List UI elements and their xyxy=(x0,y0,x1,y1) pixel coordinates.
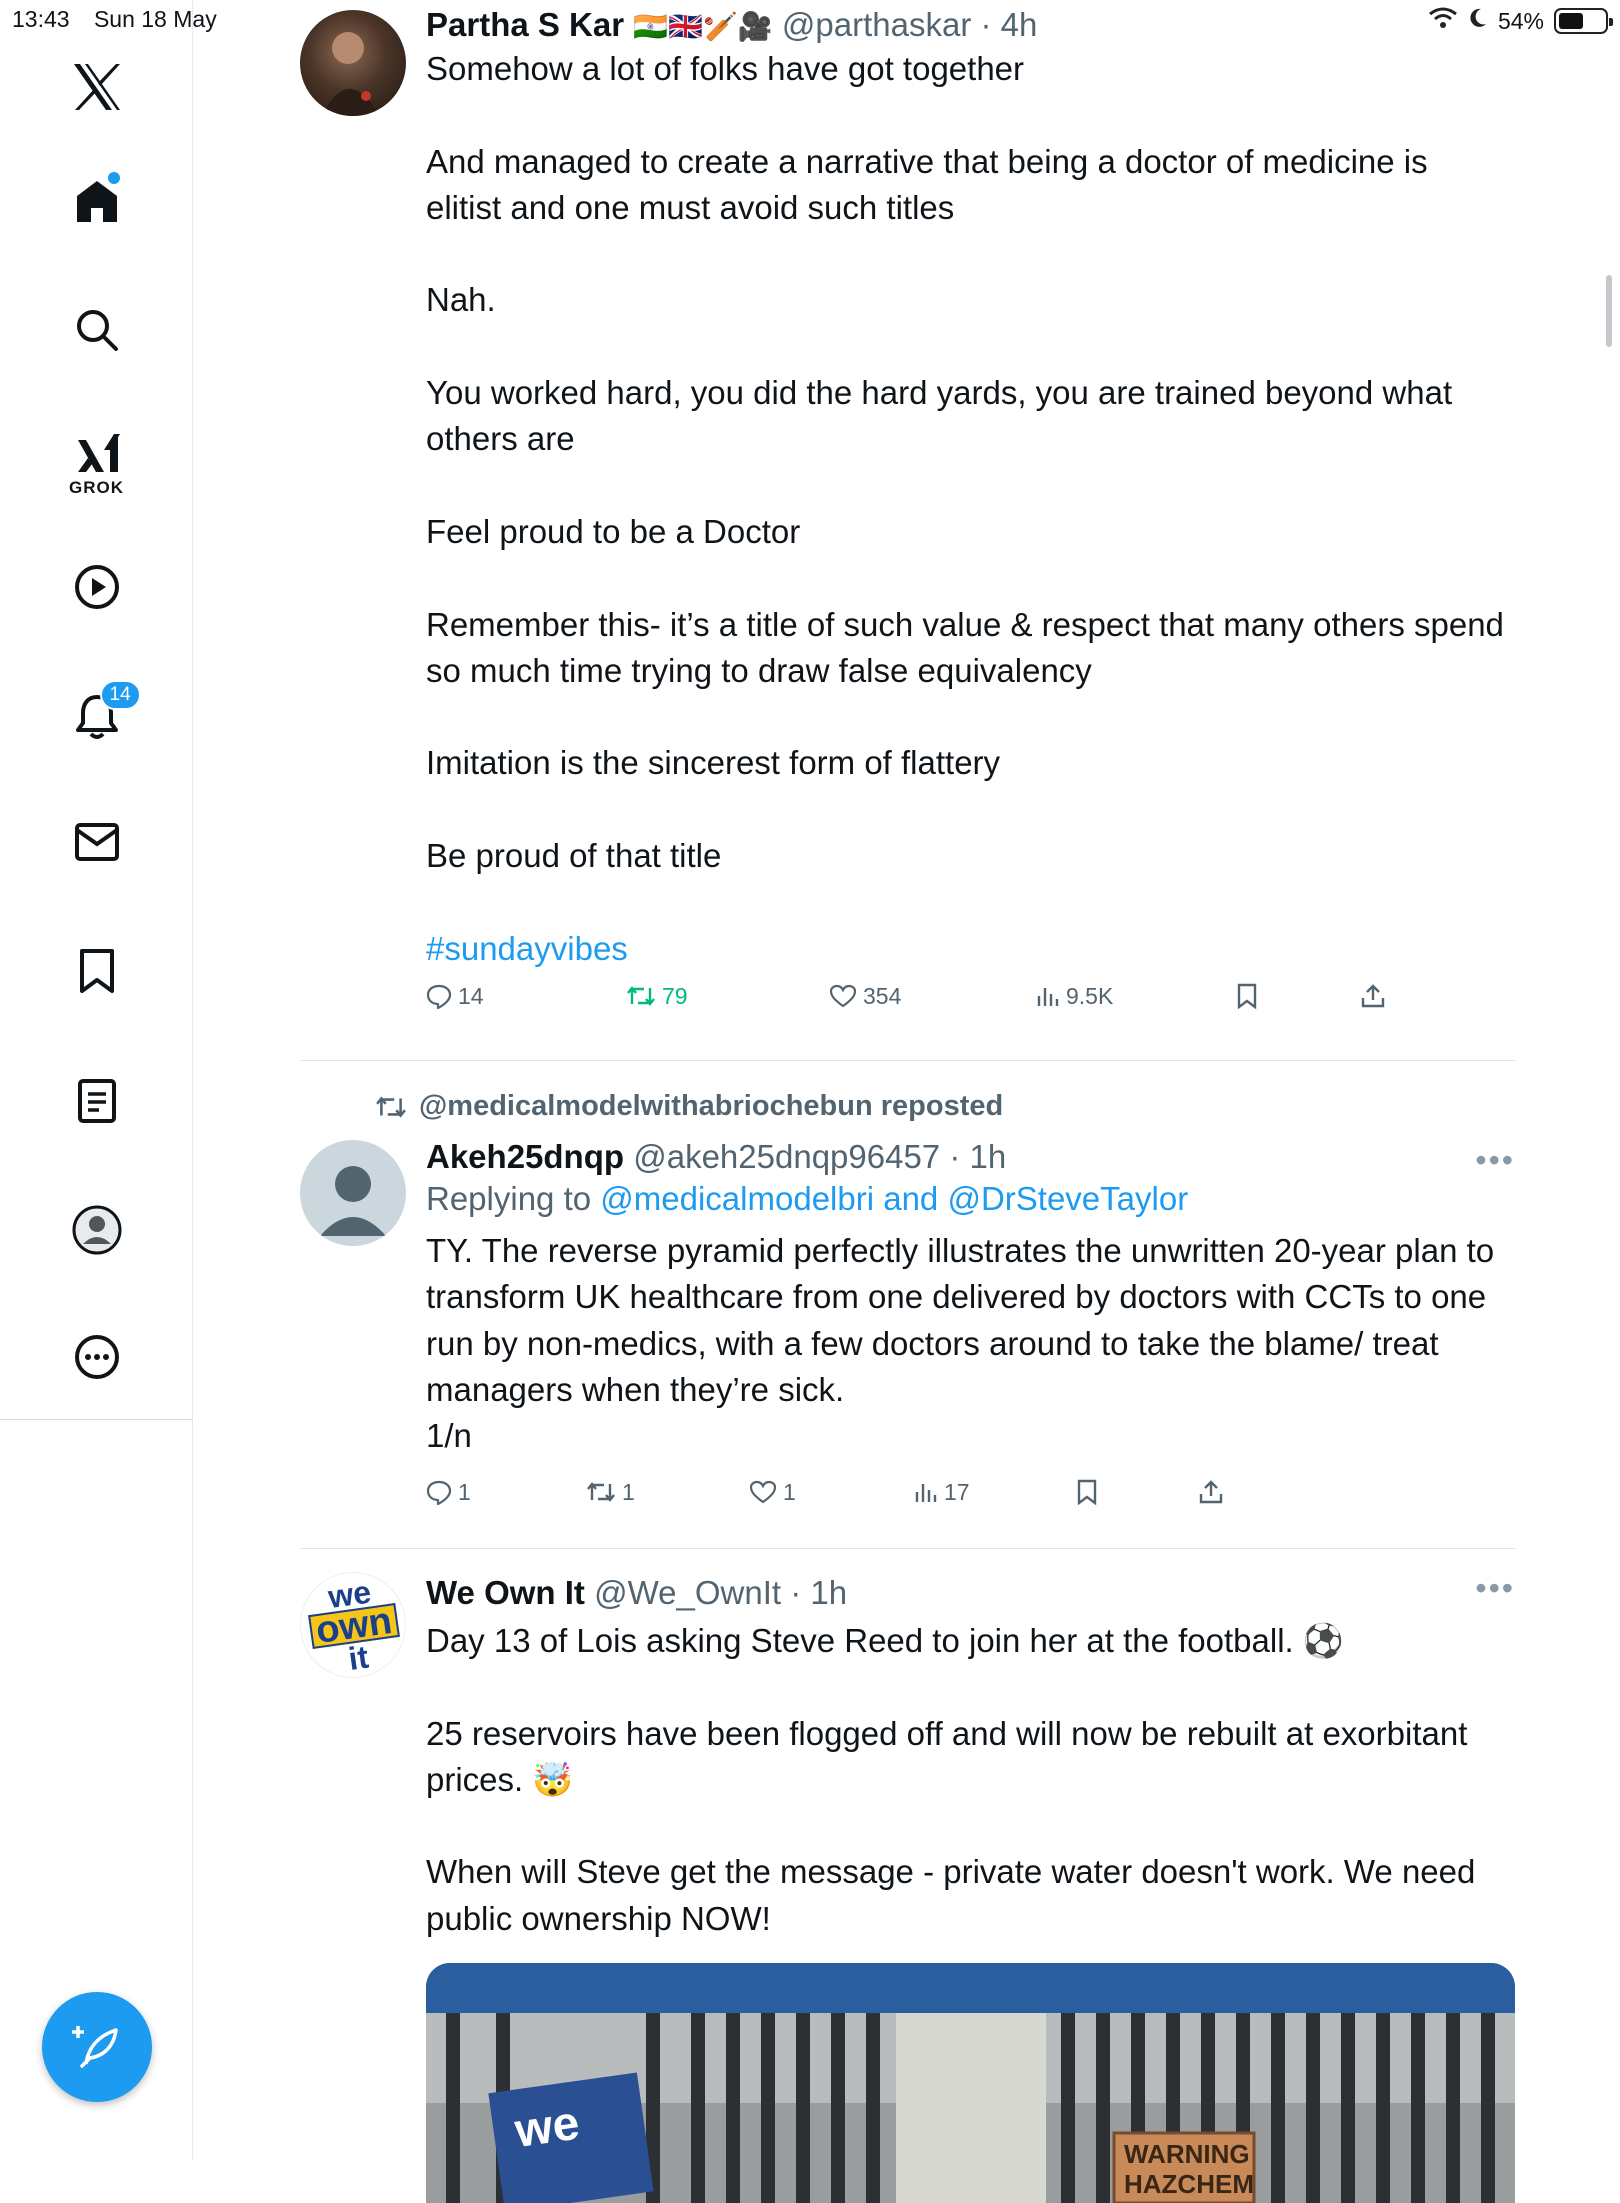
tweet-text: TY. The reverse pyramid perfectly illust… xyxy=(426,1232,1495,1455)
more-ellipsis-icon[interactable] xyxy=(0,1334,193,1380)
repost-count: 79 xyxy=(662,982,688,1009)
reply-mention-2[interactable]: @DrSteveTaylor xyxy=(947,1180,1188,1217)
notifications-bell-icon[interactable]: 14 xyxy=(0,680,193,740)
tweet-text: Day 13 of Lois asking Steve Reed to join… xyxy=(426,1622,1476,1937)
author-name[interactable]: Partha S Kar xyxy=(426,6,624,43)
views-icon xyxy=(1037,988,1059,1006)
bookmark-icon xyxy=(1077,1479,1097,1505)
avatar[interactable] xyxy=(300,10,406,116)
repost-icon xyxy=(587,1482,615,1502)
tweet-header: Partha S Kar 🇮🇳🇬🇧🏏🎥 @parthaskar · 4h xyxy=(426,6,1038,43)
avatar[interactable] xyxy=(300,1140,406,1246)
compose-feather-icon xyxy=(72,2020,122,2075)
reply-icon xyxy=(426,984,452,1009)
reply-button[interactable]: 1 xyxy=(426,1479,471,1506)
repost-context[interactable]: @medicalmodelwithabriochebun reposted xyxy=(375,1090,1003,1123)
like-button[interactable]: 1 xyxy=(749,1479,796,1506)
bookmark-button[interactable] xyxy=(1076,1479,1098,1505)
reply-count: 14 xyxy=(458,982,484,1009)
grok-icon[interactable]: GROK xyxy=(0,430,193,498)
media-text-warning: WARNING xyxy=(1124,2139,1250,2169)
home-unread-dot xyxy=(107,172,120,184)
tweet-header: Akeh25dnqp @akeh25dnqp96457 · 1h xyxy=(426,1138,1007,1175)
like-count: 354 xyxy=(863,982,902,1009)
avatar-logo-it: it xyxy=(346,1638,371,1677)
like-count: 1 xyxy=(783,1478,796,1505)
bookmark-button[interactable] xyxy=(1236,983,1258,1009)
tweet-separator xyxy=(300,1548,1515,1549)
repost-icon xyxy=(627,986,655,1006)
views-count: 9.5K xyxy=(1066,982,1114,1009)
messages-envelope-icon[interactable] xyxy=(0,822,193,862)
reply-icon xyxy=(426,1480,452,1505)
repost-count: 1 xyxy=(622,1478,635,1505)
author-handle[interactable]: @parthaskar xyxy=(782,6,971,43)
notifications-badge: 14 xyxy=(99,680,141,710)
author-handle[interactable]: @akeh25dnqp96457 xyxy=(633,1138,940,1175)
sidebar-divider xyxy=(0,1419,193,1420)
sidebar-nav: GROK 14 xyxy=(0,0,193,2160)
repost-icon xyxy=(376,1096,406,1118)
battery-fill xyxy=(1559,13,1583,29)
tweet-separator xyxy=(300,1060,1515,1061)
x-logo-icon[interactable] xyxy=(0,62,193,112)
reply-and: and xyxy=(883,1180,939,1217)
home-icon[interactable] xyxy=(0,172,193,224)
views-button[interactable]: 17 xyxy=(914,1479,970,1506)
views-count: 17 xyxy=(944,1478,970,1505)
grok-label: GROK xyxy=(69,478,124,497)
media-text-we: we xyxy=(511,2097,583,2159)
reply-count: 1 xyxy=(458,1478,471,1505)
views-button[interactable]: 9.5K xyxy=(1036,983,1113,1010)
compose-button[interactable] xyxy=(42,1992,152,2102)
lists-icon[interactable] xyxy=(0,1078,193,1124)
share-button[interactable] xyxy=(1198,1479,1224,1505)
tweet-time[interactable]: 4h xyxy=(1001,6,1038,43)
heart-icon xyxy=(749,1480,777,1504)
tweet-header: We Own It @We_OwnIt · 1h xyxy=(426,1574,848,1611)
tweet-text-body: Somehow a lot of folks have got together… xyxy=(426,50,1504,875)
scrollbar[interactable] xyxy=(1606,275,1612,347)
share-icon xyxy=(1199,1480,1223,1504)
bookmark-icon[interactable] xyxy=(0,948,193,994)
reply-button[interactable]: 14 xyxy=(426,983,484,1010)
share-button[interactable] xyxy=(1360,983,1386,1009)
battery-icon xyxy=(1554,8,1613,34)
author-flags: 🇮🇳🇬🇧🏏🎥 xyxy=(633,11,773,42)
tweet-text: Somehow a lot of folks have got together… xyxy=(426,46,1506,972)
views-icon xyxy=(915,1484,937,1502)
replying-to: Replying to @medicalmodelbri and @DrStev… xyxy=(426,1180,1506,1218)
heart-icon xyxy=(829,984,857,1008)
author-name[interactable]: We Own It xyxy=(426,1574,585,1611)
repost-button[interactable]: 79 xyxy=(626,983,688,1010)
profile-icon[interactable] xyxy=(0,1204,193,1256)
author-name[interactable]: Akeh25dnqp xyxy=(426,1138,624,1175)
hashtag-link[interactable]: #sundayvibes xyxy=(426,930,628,967)
tweet-media-image[interactable]: we WARNING HAZCHEM xyxy=(426,1963,1515,2203)
share-icon xyxy=(1361,984,1385,1008)
replying-to-label: Replying to xyxy=(426,1180,592,1217)
video-play-icon[interactable] xyxy=(0,564,193,610)
search-icon[interactable] xyxy=(0,308,193,352)
repost-button[interactable]: 1 xyxy=(586,1479,635,1506)
tweet-time[interactable]: 1h xyxy=(810,1574,847,1611)
author-handle[interactable]: @We_OwnIt xyxy=(594,1574,781,1611)
media-text-hazchem: HAZCHEM xyxy=(1124,2169,1254,2199)
reposted-by: @medicalmodelwithabriochebun reposted xyxy=(419,1090,1004,1122)
reply-mention-1[interactable]: @medicalmodelbri xyxy=(600,1180,874,1217)
like-button[interactable]: 354 xyxy=(829,983,901,1010)
bookmark-icon xyxy=(1237,983,1257,1009)
tweet-time[interactable]: 1h xyxy=(970,1138,1007,1175)
avatar[interactable]: we own it xyxy=(300,1572,406,1678)
